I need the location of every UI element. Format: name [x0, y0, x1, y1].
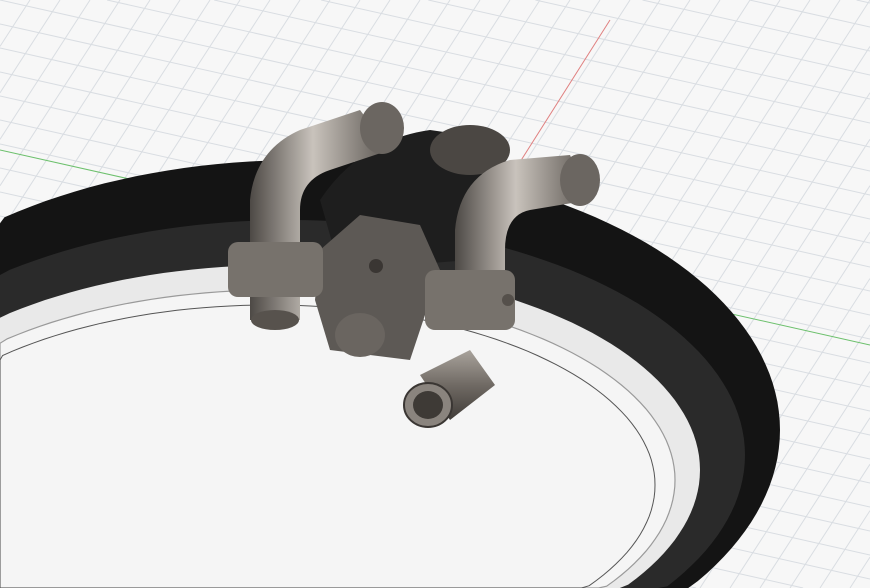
grid-line [642, 0, 870, 52]
grid-line [535, 0, 870, 76]
grid-line [0, 0, 31, 47]
3d-scene[interactable] [0, 0, 870, 588]
grid-line [0, 0, 91, 140]
cad-viewport[interactable] [0, 0, 870, 588]
bracket-bolt-hole [369, 259, 383, 273]
left-collar [228, 242, 323, 297]
grid-line [849, 556, 870, 588]
wheel [335, 313, 385, 357]
right-pipe-end [560, 154, 600, 206]
left-pipe-end [360, 102, 404, 154]
grid-line [428, 0, 870, 100]
outlet-bore [413, 391, 443, 419]
grid-line [321, 0, 870, 124]
grid-line [789, 463, 870, 588]
left-pipe-bottom [251, 310, 299, 330]
right-collar-screw [502, 294, 514, 306]
grid-line [856, 0, 870, 4]
grid-line [749, 0, 870, 28]
right-collar [425, 270, 515, 330]
